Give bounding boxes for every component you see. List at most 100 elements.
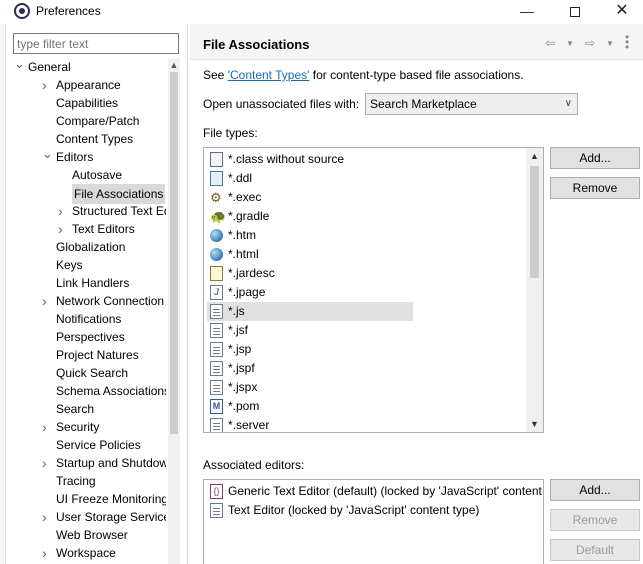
tree-item[interactable]: Web Browser xyxy=(6,526,166,544)
file-type-name: *.jspx xyxy=(228,380,258,394)
tree-item[interactable]: Search xyxy=(6,400,166,418)
file-type-row[interactable]: *.jsf xyxy=(207,321,525,340)
file-type-row[interactable]: *.html xyxy=(207,245,525,264)
file-type-row[interactable]: *.jspf xyxy=(207,359,525,378)
tree-scrollbar-thumb[interactable] xyxy=(170,72,178,434)
globe-icon xyxy=(210,248,223,261)
open-unassociated-dropdown[interactable]: Search Marketplace ∨ xyxy=(365,93,578,115)
default-editor-button[interactable]: Default xyxy=(550,539,640,561)
tree-item[interactable]: Compare/Patch xyxy=(6,112,166,130)
file-types-scrollbar[interactable]: ▲ ▼ xyxy=(526,148,543,432)
tree-item[interactable]: Perspectives xyxy=(6,328,166,346)
associated-editor-row[interactable]: Text Editor (locked by 'JavaScript' cont… xyxy=(207,501,543,520)
tree-item[interactable]: UI Freeze Monitoring xyxy=(6,490,166,508)
tree-item[interactable]: › User Storage Service xyxy=(6,508,166,526)
tree-item-label: General xyxy=(28,60,71,74)
file-icon xyxy=(210,380,223,395)
chevron-down-icon: ∨ xyxy=(564,98,572,109)
tree-item[interactable]: › Network Connection xyxy=(6,292,166,310)
tree-item[interactable]: ⌄ General xyxy=(6,58,166,76)
forward-arrow-icon[interactable]: ⇨ xyxy=(585,36,595,50)
tree-item[interactable]: Schema Associations xyxy=(6,382,166,400)
file-type-row[interactable]: *.server xyxy=(207,416,525,432)
tree-item[interactable]: Capabilities xyxy=(6,94,166,112)
tree-scrollbar[interactable]: ▲ xyxy=(168,58,180,564)
tree-item[interactable]: Autosave xyxy=(6,166,166,184)
file-type-row[interactable]: *.jsp xyxy=(207,340,525,359)
file-type-name: *.js xyxy=(228,304,245,318)
back-arrow-icon[interactable]: ⇦ xyxy=(545,36,555,50)
file-type-row[interactable]: J *.jpage xyxy=(207,283,525,302)
tree-item[interactable]: › Text Editors xyxy=(6,220,166,238)
remove-file-type-button[interactable]: Remove xyxy=(550,177,640,199)
scroll-up-icon[interactable]: ▲ xyxy=(168,58,180,72)
associated-editor-name: Generic Text Editor (default) (locked by… xyxy=(228,484,544,498)
chevron-right-icon[interactable]: › xyxy=(42,508,52,526)
tree-item[interactable]: Content Types xyxy=(6,130,166,148)
scroll-down-icon[interactable]: ▼ xyxy=(526,416,543,432)
close-button[interactable]: ✕ xyxy=(607,1,637,21)
tree-item[interactable]: › Workspace xyxy=(6,544,166,562)
tree-item-label: Structured Text Ed xyxy=(72,204,166,218)
file-type-row[interactable]: ⚙ *.exec xyxy=(207,188,525,207)
tree-item-label: Perspectives xyxy=(56,330,125,344)
tree-item[interactable]: Quick Search xyxy=(6,364,166,382)
chevron-right-icon[interactable]: › xyxy=(42,544,52,562)
tree-item[interactable]: File Associations xyxy=(6,184,166,204)
chevron-right-icon[interactable]: › xyxy=(42,76,52,94)
tree-item-label: Workspace xyxy=(56,546,116,560)
remove-editor-button[interactable]: Remove xyxy=(550,509,640,531)
page-header: File Associations ⇦ ▼ ⇨ ▼ • • • xyxy=(190,24,643,60)
file-types-scrollbar-thumb[interactable] xyxy=(530,166,539,278)
tree-item-label: Schema Associations xyxy=(56,384,166,398)
chevron-right-icon[interactable]: › xyxy=(42,292,52,310)
filter-input[interactable] xyxy=(13,33,179,54)
chevron-right-icon[interactable]: › xyxy=(58,202,68,220)
j-icon: J xyxy=(210,285,223,300)
tree-item[interactable]: Notifications xyxy=(6,310,166,328)
file-type-row[interactable]: *.js xyxy=(207,302,413,321)
file-icon xyxy=(210,361,223,376)
file-associations-page: File Associations ⇦ ▼ ⇨ ▼ • • • See 'Conte… xyxy=(190,24,643,564)
tree-item[interactable]: Project Natures xyxy=(6,346,166,364)
scroll-up-icon[interactable]: ▲ xyxy=(526,148,543,164)
tree-item[interactable]: › Structured Text Ed xyxy=(6,202,166,220)
content-types-link[interactable]: 'Content Types' xyxy=(228,68,310,82)
file-type-row[interactable]: *.class without source xyxy=(207,150,525,169)
file-type-row[interactable]: 🐢 *.gradle xyxy=(207,207,525,226)
file-type-row[interactable]: *.htm xyxy=(207,226,525,245)
chevron-right-icon[interactable]: › xyxy=(42,454,52,472)
add-editor-button[interactable]: Add... xyxy=(550,479,640,501)
tree-item-label: Content Types xyxy=(56,132,134,146)
file-type-row[interactable]: *.jspx xyxy=(207,378,525,397)
tree-item[interactable]: ⌄ Editors xyxy=(6,147,166,166)
file-type-row[interactable]: *.ddl xyxy=(207,169,525,188)
tree-item[interactable]: Link Handlers xyxy=(6,274,166,292)
chevron-down-icon[interactable]: ⌄ xyxy=(14,58,25,76)
file-type-row[interactable]: M *.pom xyxy=(207,397,525,416)
tree-item[interactable]: › Appearance xyxy=(6,76,166,94)
maximize-button[interactable] xyxy=(560,1,590,21)
add-file-type-button[interactable]: Add... xyxy=(550,147,640,169)
chevron-right-icon[interactable]: › xyxy=(58,220,68,238)
tree-item[interactable]: Service Policies xyxy=(6,436,166,454)
tree-item[interactable]: Keys xyxy=(6,256,166,274)
tree-item-label: File Associations xyxy=(72,184,166,204)
chevron-right-icon[interactable]: › xyxy=(42,418,52,436)
file-type-row[interactable]: *.jardesc xyxy=(207,264,525,283)
turtle-icon: 🐢 xyxy=(210,209,227,224)
minimize-button[interactable]: — xyxy=(512,1,542,21)
tree-item[interactable]: Globalization xyxy=(6,238,166,256)
back-dropdown-icon[interactable]: ▼ xyxy=(566,39,574,48)
tree-item[interactable]: › Security xyxy=(6,418,166,436)
tree-item[interactable]: › Startup and Shutdow xyxy=(6,454,166,472)
tree-item[interactable]: Tracing xyxy=(6,472,166,490)
tree-item-label: Link Handlers xyxy=(56,276,130,290)
tree-item-label: Notifications xyxy=(56,312,122,326)
forward-dropdown-icon[interactable]: ▼ xyxy=(606,39,614,48)
file-type-name: *.jpage xyxy=(228,285,266,299)
chevron-down-icon[interactable]: ⌄ xyxy=(42,147,53,166)
window-title: Preferences xyxy=(36,4,101,18)
associated-editor-row[interactable]: {} Generic Text Editor (default) (locked … xyxy=(207,482,543,501)
view-menu-icon[interactable]: • • • xyxy=(625,31,629,53)
